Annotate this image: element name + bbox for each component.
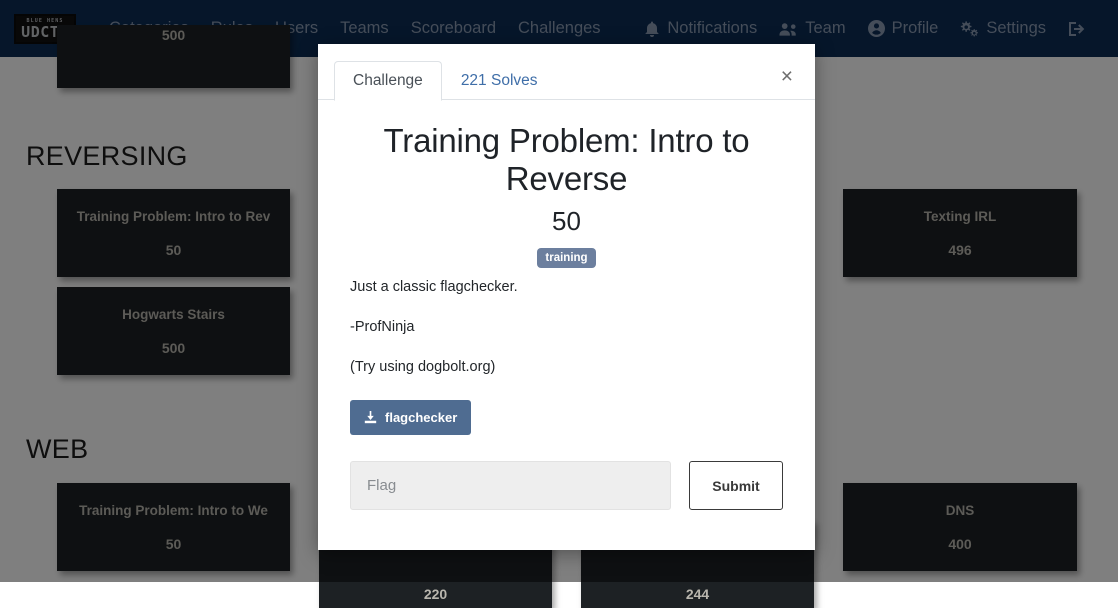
submit-button[interactable]: Submit (689, 461, 783, 510)
challenge-card-points: 220 (424, 586, 447, 602)
modal-body: Training Problem: Intro to Reverse 50 tr… (318, 100, 815, 510)
download-button-label: flagchecker (385, 410, 457, 425)
challenge-points: 50 (350, 206, 783, 237)
challenge-card-points: 244 (686, 586, 709, 602)
challenge-title: Training Problem: Intro to Reverse (350, 122, 783, 198)
modal-tabs: Challenge 221 Solves (334, 61, 799, 100)
flag-input[interactable] (350, 461, 671, 510)
description-line-3: (Try using dogbolt.org) (350, 358, 783, 376)
download-flagchecker-button[interactable]: flagchecker (350, 400, 471, 435)
challenge-modal: Challenge 221 Solves × Training Problem:… (318, 44, 815, 550)
download-icon (364, 411, 377, 424)
challenge-description: Just a classic flagchecker. -ProfNinja (… (350, 278, 783, 376)
tag-badge[interactable]: training (537, 248, 595, 268)
modal-header: Challenge 221 Solves × (318, 44, 815, 100)
close-icon[interactable]: × (775, 62, 799, 91)
description-line-1: Just a classic flagchecker. (350, 278, 783, 296)
challenge-tags: training (350, 248, 783, 268)
tab-solves[interactable]: 221 Solves (442, 61, 557, 101)
flag-submission-row: Submit (350, 461, 783, 510)
description-line-2: -ProfNinja (350, 318, 783, 336)
tab-challenge[interactable]: Challenge (334, 61, 442, 101)
